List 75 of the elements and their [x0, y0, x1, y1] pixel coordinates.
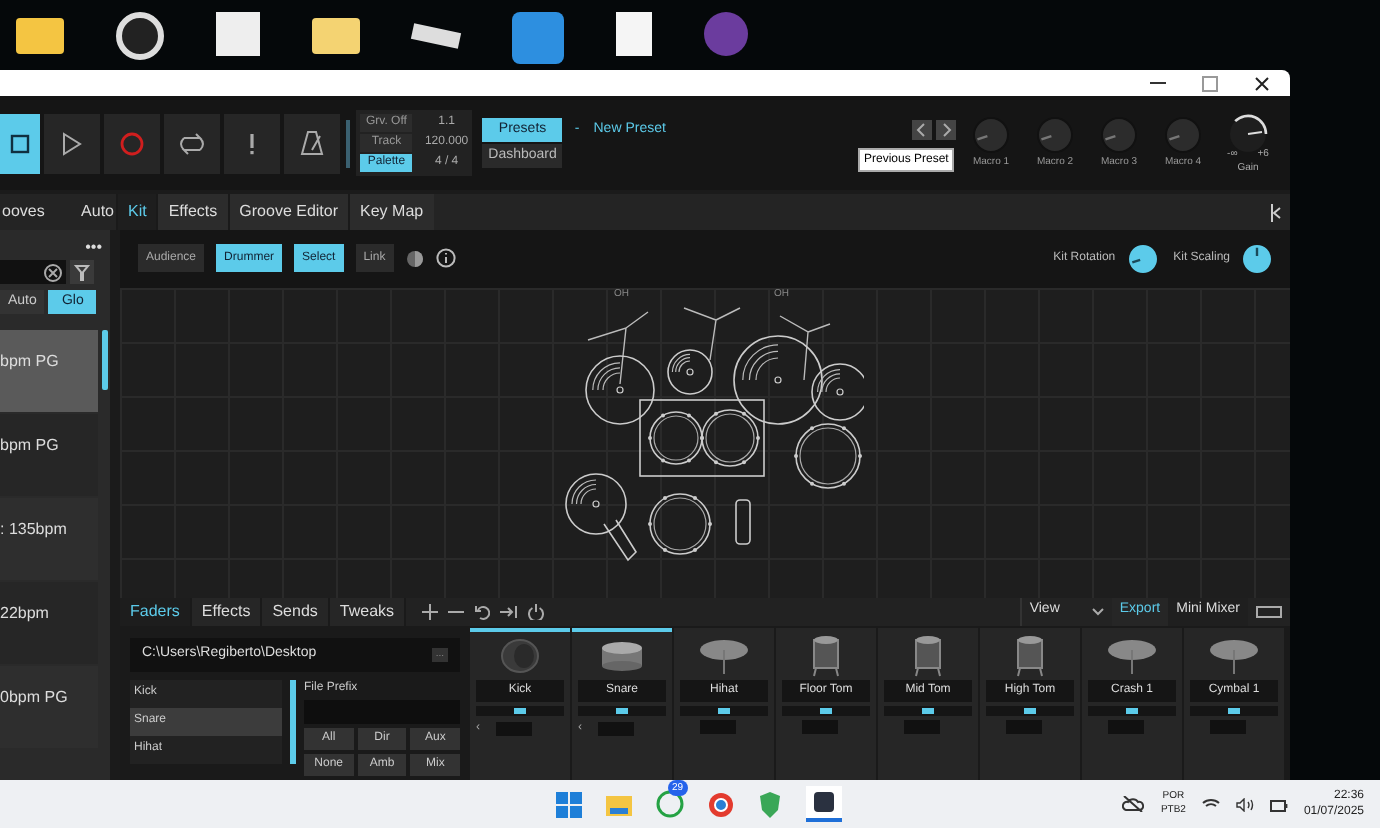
search-field[interactable] [0, 260, 66, 284]
transport-button[interactable] [164, 113, 220, 173]
undo-icon[interactable] [474, 603, 491, 620]
transport-button[interactable] [0, 113, 40, 173]
tab[interactable]: ooves [2, 200, 45, 224]
battery-icon[interactable] [1269, 797, 1288, 811]
cymbal-icon [698, 635, 750, 676]
contrast-icon[interactable] [405, 249, 424, 268]
pan-meter[interactable] [476, 705, 564, 716]
previous-icon[interactable] [912, 120, 932, 140]
tab[interactable]: Auto [81, 200, 114, 224]
panel-layout-icon[interactable] [1256, 605, 1282, 618]
knob[interactable] [1127, 243, 1158, 274]
groove-list-item[interactable]: bpm PG [0, 330, 98, 412]
wifi-icon[interactable] [1201, 797, 1220, 811]
pan-meter[interactable] [1190, 705, 1278, 716]
record-icon [120, 131, 144, 155]
pan-meter[interactable] [884, 705, 972, 716]
filter-icon[interactable] [70, 260, 94, 284]
pan-meter[interactable] [986, 705, 1074, 716]
collapse-icon[interactable] [1270, 203, 1282, 221]
tab[interactable]: Tweaks [329, 597, 407, 626]
app-shortcut-icon[interactable] [116, 12, 164, 60]
chat-icon[interactable] [656, 790, 684, 818]
transport-button[interactable] [224, 113, 280, 173]
clear-icon[interactable] [44, 263, 62, 281]
scrollbar[interactable] [102, 330, 108, 390]
add-icon[interactable] [422, 603, 439, 620]
maximize-icon[interactable] [1202, 75, 1218, 91]
gain-knob[interactable] [1226, 111, 1270, 156]
app-icon[interactable] [758, 791, 782, 817]
snare-drum-icon [598, 639, 646, 672]
tom-drum-icon [910, 633, 946, 678]
tab[interactable]: Key Map [348, 194, 434, 230]
pan-meter[interactable] [578, 705, 666, 716]
tab[interactable]: Faders [120, 597, 192, 626]
bass-drum-icon [498, 637, 542, 674]
loop-icon [178, 131, 206, 155]
stop-icon [10, 133, 30, 153]
pan-meter[interactable] [782, 705, 870, 716]
tab[interactable]: Kit [116, 194, 157, 230]
tab[interactable]: Sends [262, 597, 330, 626]
tom-drum-icon [1012, 633, 1048, 678]
browser-icon[interactable] [708, 791, 734, 817]
windows-icon[interactable] [556, 791, 582, 817]
active-app-icon[interactable] [806, 786, 842, 822]
groove-list-item[interactable]: 22bpm [0, 582, 98, 664]
folder-icon[interactable] [606, 793, 632, 815]
transport-button[interactable] [44, 113, 100, 173]
volume-icon[interactable] [1235, 797, 1254, 811]
chevron-down-icon [1091, 607, 1104, 616]
scrollbar[interactable] [290, 679, 296, 764]
pan-meter[interactable] [680, 705, 768, 716]
tab[interactable]: Groove Editor [227, 194, 349, 230]
tom-drum-icon [808, 633, 844, 678]
pan-meter[interactable] [1088, 705, 1176, 716]
cymbal-icon [1106, 635, 1158, 676]
close-icon[interactable] [1254, 75, 1270, 91]
knob[interactable] [1242, 243, 1272, 274]
groove-list-item[interactable]: : 135bpm [0, 498, 98, 580]
transport-button[interactable] [284, 113, 340, 173]
play-icon [62, 131, 82, 155]
cymbal-icon [1208, 635, 1260, 676]
tab[interactable]: Effects [156, 194, 228, 230]
info-icon[interactable] [435, 248, 456, 269]
power-icon[interactable] [528, 603, 545, 620]
exclamation-icon [248, 131, 256, 155]
cloud-off-icon[interactable] [1122, 796, 1145, 812]
groove-list-item[interactable]: bpm PG [0, 414, 98, 496]
more-menu[interactable]: ••• [85, 238, 110, 258]
arrow-to-end-icon[interactable] [500, 603, 519, 620]
metronome-icon [300, 130, 324, 156]
groove-list-item[interactable]: 0bpm PG [0, 666, 98, 748]
tab[interactable]: Effects [191, 597, 263, 626]
next-icon[interactable] [936, 120, 956, 140]
